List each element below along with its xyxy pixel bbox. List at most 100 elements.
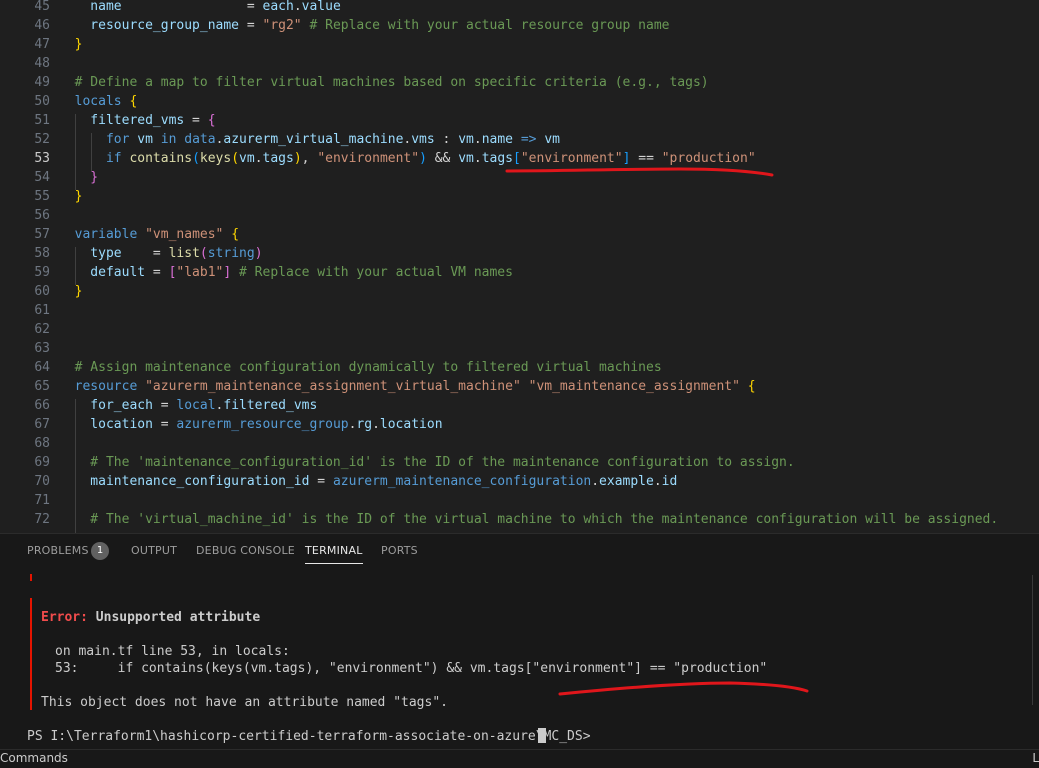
line-number: 65 <box>34 379 50 394</box>
code-token: # Replace with your actual VM names <box>231 265 513 280</box>
line-number: 68 <box>34 436 50 451</box>
code-token: } <box>59 37 83 52</box>
error-label: Error: <box>41 610 88 625</box>
code-token: in <box>160 132 177 147</box>
code-token: } <box>59 284 83 299</box>
terminal-prompt[interactable]: PS I:\Terraform1\hashicorp-certified-ter… <box>27 728 591 745</box>
code-line[interactable]: 54 } <box>0 168 1039 187</box>
panel-tabs: PROBLEMS 1 OUTPUT DEBUG CONSOLE TERMINAL… <box>0 534 1039 568</box>
code-token: vms <box>411 132 435 147</box>
code-token: azurerm_resource_group <box>176 417 349 432</box>
code-token: "azurerm_maintenance_assignment_virtual_… <box>145 379 521 394</box>
code-token: . <box>591 474 600 489</box>
code-token: each <box>262 0 294 14</box>
code-line[interactable]: 65 resource "azurerm_maintenance_assignm… <box>0 377 1039 396</box>
code-line[interactable]: 57 variable "vm_names" { <box>0 225 1039 244</box>
code-text: name = each.value <box>59 0 341 16</box>
code-line[interactable]: 56 <box>0 206 1039 225</box>
line-number: 71 <box>34 493 50 508</box>
code-line[interactable]: 72 # The 'virtual_machine_id' is the ID … <box>0 510 1039 529</box>
code-line[interactable]: 63 <box>0 339 1039 358</box>
code-line[interactable]: 53 if contains(keys(vm.tags), "environme… <box>0 149 1039 168</box>
code-line[interactable]: 70 maintenance_configuration_id = azurer… <box>0 472 1039 491</box>
tab-terminal[interactable]: TERMINAL <box>305 544 363 564</box>
code-line[interactable]: 48 <box>0 54 1039 73</box>
indent-guide <box>91 133 92 171</box>
code-text: location = azurerm_resource_group.rg.loc… <box>59 415 443 434</box>
code-token: # Define a map to filter virtual machine… <box>59 75 709 90</box>
tab-debug-console[interactable]: DEBUG CONSOLE <box>196 544 295 557</box>
code-token: "environment" <box>520 151 623 166</box>
code-token: for <box>59 132 130 147</box>
terminal-scrollbar[interactable] <box>1032 575 1033 705</box>
code-token: { <box>747 379 756 394</box>
line-number: 63 <box>34 341 50 356</box>
line-number: 51 <box>34 113 50 128</box>
code-token: # Assign maintenance configuration dynam… <box>59 360 662 375</box>
code-token: variable <box>59 227 138 242</box>
code-text: resource "azurerm_maintenance_assignment… <box>59 377 756 396</box>
code-line[interactable]: 67 location = azurerm_resource_group.rg.… <box>0 415 1039 434</box>
code-token: string <box>207 246 255 261</box>
code-token: = <box>121 0 263 14</box>
code-token: rg <box>356 417 373 432</box>
code-token: = <box>121 246 169 261</box>
code-text: # Assign maintenance configuration dynam… <box>59 358 662 377</box>
line-number: 66 <box>34 398 50 413</box>
code-line[interactable]: 52 for vm in data. azurerm_virtual_machin… <box>0 130 1039 149</box>
code-token: = <box>309 474 333 489</box>
error-location: on main.tf line 53, in locals: <box>55 644 290 659</box>
status-line-indicator[interactable]: L <box>1032 751 1039 765</box>
code-token: resource <box>59 379 138 394</box>
code-editor[interactable]: 45 name = each.value 46 resource_group_na… <box>0 0 1039 533</box>
problems-count-badge: 1 <box>91 542 109 560</box>
code-line[interactable]: 71 <box>0 491 1039 510</box>
line-number: 67 <box>34 417 50 432</box>
code-line[interactable]: 47 } <box>0 35 1039 54</box>
code-text: } <box>59 168 98 187</box>
code-line[interactable]: 59 default = ["lab1"] # Replace with you… <box>0 263 1039 282</box>
code-text: } <box>59 282 83 301</box>
line-number: 57 <box>34 227 50 242</box>
code-token: azurerm_maintenance_configuration <box>332 474 592 489</box>
error-title: Unsupported attribute <box>87 610 261 625</box>
code-line[interactable]: 50 locals { <box>0 92 1039 111</box>
code-token: # The 'virtual_machine_id' is the ID of … <box>59 512 999 527</box>
code-token: tags <box>262 151 294 166</box>
code-line[interactable]: 68 <box>0 434 1039 453</box>
code-line[interactable]: 58 type = list(string) <box>0 244 1039 263</box>
code-token: default <box>59 265 146 280</box>
code-token: example <box>599 474 654 489</box>
code-line[interactable]: 49 # Define a map to filter virtual mach… <box>0 73 1039 92</box>
code-text: # The 'maintenance_configuration_id' is … <box>59 453 794 472</box>
code-token: vm <box>137 132 153 147</box>
code-token: location <box>379 417 443 432</box>
code-line[interactable]: 64 # Assign maintenance configuration dy… <box>0 358 1039 377</box>
code-line[interactable]: 69 # The 'maintenance_configuration_id' … <box>0 453 1039 472</box>
code-text: # Define a map to filter virtual machine… <box>59 73 709 92</box>
code-token: { <box>207 113 216 128</box>
tab-output[interactable]: OUTPUT <box>131 544 177 557</box>
code-line[interactable]: 60 } <box>0 282 1039 301</box>
code-line[interactable]: 62 <box>0 320 1039 339</box>
tab-problems[interactable]: PROBLEMS <box>27 544 89 557</box>
code-line[interactable]: 61 <box>0 301 1039 320</box>
code-token: name <box>481 132 513 147</box>
code-line[interactable]: 45 name = each.value <box>0 0 1039 16</box>
code-line[interactable]: 55 } <box>0 187 1039 206</box>
code-token: contains <box>129 151 193 166</box>
code-line[interactable]: 66 for_each = local.filtered_vms <box>0 396 1039 415</box>
code-token: vm <box>544 132 560 147</box>
code-line[interactable]: 46 resource_group_name = "rg2" # Replace… <box>0 16 1039 35</box>
code-token: = <box>145 265 169 280</box>
error-heading: Error: Unsupported attribute <box>41 609 260 626</box>
status-commands[interactable]: Commands <box>0 751 68 765</box>
code-text: for_each = local.filtered_vms <box>59 396 317 415</box>
indent-guide <box>75 114 76 190</box>
code-token: "rg2" <box>262 18 302 33</box>
code-text: for vm in data.azurerm_virtual_machine.v… <box>59 130 560 149</box>
tab-ports[interactable]: PORTS <box>381 544 418 557</box>
code-line[interactable]: 51 filtered_vms = { <box>0 111 1039 130</box>
code-token: => <box>520 132 537 147</box>
line-number: 47 <box>34 37 50 52</box>
